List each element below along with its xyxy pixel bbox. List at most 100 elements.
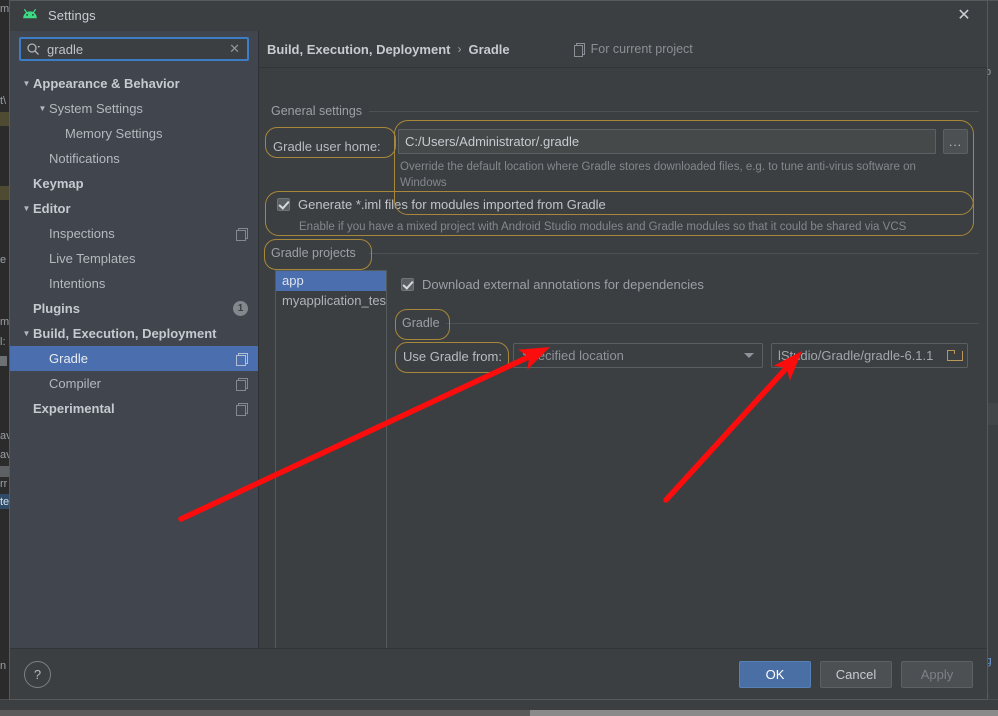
dialog-footer: ? OK Cancel Apply: [10, 648, 987, 699]
close-icon[interactable]: ✕: [941, 1, 987, 30]
sidebar-item-label: Intentions: [49, 276, 105, 291]
sidebar-item-label: Inspections: [49, 226, 115, 241]
use-gradle-from-value: Specified location: [522, 348, 624, 363]
sidebar-item-label: Notifications: [49, 151, 120, 166]
search-input[interactable]: gradle ✕: [19, 37, 249, 61]
ide-bg-chip: [0, 112, 9, 126]
use-gradle-from-select[interactable]: Specified location: [513, 343, 763, 368]
copy-settings-icon[interactable]: [236, 353, 248, 365]
sidebar-item-keymap[interactable]: Keymap: [10, 171, 258, 196]
sidebar-item-compiler[interactable]: Compiler: [10, 371, 258, 396]
list-item[interactable]: myapplication_test: [276, 291, 386, 311]
settings-tree: ▼Appearance & Behavior▼System SettingsMe…: [10, 68, 258, 648]
gradle-module-list[interactable]: appmyapplication_test: [275, 270, 387, 648]
chevron-down-icon: [744, 353, 754, 358]
ide-bg-chip: [0, 186, 9, 200]
cancel-button[interactable]: Cancel: [820, 661, 892, 688]
general-settings-rule: [369, 111, 979, 112]
breadcrumb-current: Gradle: [468, 42, 509, 57]
copy-project-icon: [574, 43, 585, 55]
copy-settings-icon[interactable]: [236, 228, 248, 240]
sidebar-item-label: Live Templates: [49, 251, 135, 266]
ide-bg-fragment: t\: [0, 95, 6, 107]
help-button[interactable]: ?: [24, 661, 51, 688]
gradle-user-home-value: C:/Users/Administrator/.gradle: [405, 134, 579, 149]
sidebar-item-label: Memory Settings: [65, 126, 163, 141]
dialog-title: Settings: [48, 8, 96, 23]
gradle-location-value: lStudio/Gradle/gradle-6.1.1: [778, 348, 933, 363]
gradle-user-home-hint-line1: Override the default location where Grad…: [400, 159, 945, 175]
sidebar-item-label: Experimental: [33, 401, 115, 416]
sidebar-item-intentions[interactable]: Intentions: [10, 271, 258, 296]
sidebar-item-editor[interactable]: ▼Editor: [10, 196, 258, 221]
ide-bg-fragment: m: [0, 3, 9, 15]
folder-icon[interactable]: [947, 350, 961, 361]
dialog-titlebar: Settings ✕: [10, 1, 987, 31]
sidebar-item-label: Build, Execution, Deployment: [33, 326, 216, 341]
sidebar-item-live-templates[interactable]: Live Templates: [10, 246, 258, 271]
scope-indicator[interactable]: For current project: [574, 42, 693, 56]
breadcrumb-parent[interactable]: Build, Execution, Deployment: [267, 42, 450, 57]
download-annotations-label: Download external annotations for depend…: [422, 277, 704, 292]
gradle-user-home-browse-button[interactable]: ...: [943, 129, 968, 154]
settings-dialog: Settings ✕ gradle: [9, 0, 988, 700]
footer-buttons: OK Cancel Apply: [739, 661, 973, 688]
breadcrumb: Build, Execution, Deployment › Gradle Fo…: [259, 31, 987, 68]
sidebar-item-build-execution-deployment[interactable]: ▼Build, Execution, Deployment: [10, 321, 258, 346]
checkbox-icon: [277, 198, 290, 211]
sidebar-item-system-settings[interactable]: ▼System Settings: [10, 96, 258, 121]
sidebar-item-appearance-behavior[interactable]: ▼Appearance & Behavior: [10, 71, 258, 96]
android-studio-icon: [21, 8, 39, 24]
sidebar-item-inspections[interactable]: Inspections: [10, 221, 258, 246]
search-area: gradle ✕: [10, 37, 258, 68]
search-value: gradle: [47, 42, 229, 57]
settings-sidebar: gradle ✕ ▼Appearance & Behavior▼System S…: [10, 31, 259, 648]
sidebar-item-label: Editor: [33, 201, 71, 216]
general-settings-section-label: General settings: [267, 104, 366, 118]
sidebar-item-experimental[interactable]: Experimental: [10, 396, 258, 421]
ide-scroll-thumb[interactable]: [530, 710, 998, 716]
ide-bg-fragment: e: [0, 254, 6, 266]
apply-button[interactable]: Apply: [901, 661, 973, 688]
use-gradle-from-label: Use Gradle from:: [403, 349, 502, 364]
gradle-user-home-label: Gradle user home:: [273, 139, 381, 154]
ide-bg-fragment: n: [0, 660, 6, 672]
ide-bg-fragment: te: [0, 496, 9, 508]
gradle-settings-pane: General settings Gradle user home: C:/Us…: [259, 67, 987, 648]
sidebar-item-plugins[interactable]: Plugins 1: [10, 296, 258, 321]
gradle-user-home-input[interactable]: C:/Users/Administrator/.gradle: [398, 129, 936, 154]
sidebar-item-label: Keymap: [33, 176, 84, 191]
generate-iml-checkbox[interactable]: Generate *.iml files for modules importe…: [277, 197, 606, 212]
list-item[interactable]: app: [276, 271, 386, 291]
generate-iml-hint: Enable if you have a mixed project with …: [299, 219, 906, 235]
sidebar-item-gradle[interactable]: Gradle: [10, 346, 258, 371]
gradle-section-label: Gradle: [398, 316, 444, 330]
gradle-location-input[interactable]: lStudio/Gradle/gradle-6.1.1: [771, 343, 968, 368]
ok-button[interactable]: OK: [739, 661, 811, 688]
sidebar-item-memory-settings[interactable]: Memory Settings: [10, 121, 258, 146]
checkbox-icon: [401, 278, 414, 291]
chevron-down-icon[interactable]: ▼: [20, 204, 33, 213]
download-annotations-checkbox[interactable]: Download external annotations for depend…: [401, 277, 704, 292]
sidebar-item-label: Appearance & Behavior: [33, 76, 180, 91]
ide-bg-fragment: l:: [0, 336, 6, 348]
breadcrumb-separator: ›: [457, 42, 461, 56]
sidebar-item-label: Compiler: [49, 376, 101, 391]
clear-search-icon[interactable]: ✕: [229, 41, 242, 57]
sidebar-item-label: Gradle: [49, 351, 88, 366]
sidebar-item-label: Plugins: [33, 301, 80, 316]
chevron-down-icon[interactable]: ▼: [36, 104, 49, 113]
chevron-down-icon[interactable]: ▼: [20, 79, 33, 88]
sidebar-item-notifications[interactable]: Notifications: [10, 146, 258, 171]
copy-settings-icon[interactable]: [236, 403, 248, 415]
plugins-update-badge: 1: [233, 301, 248, 316]
ide-bg-fragment: m: [0, 316, 9, 328]
copy-settings-icon[interactable]: [236, 378, 248, 390]
scope-label: For current project: [591, 42, 693, 56]
generate-iml-label: Generate *.iml files for modules importe…: [298, 197, 606, 212]
gradle-section-rule: [446, 323, 979, 324]
chevron-down-icon[interactable]: ▼: [20, 329, 33, 338]
gradle-projects-section-label: Gradle projects: [267, 246, 360, 260]
search-icon: [26, 42, 41, 57]
ide-bg-chip: [0, 466, 9, 477]
